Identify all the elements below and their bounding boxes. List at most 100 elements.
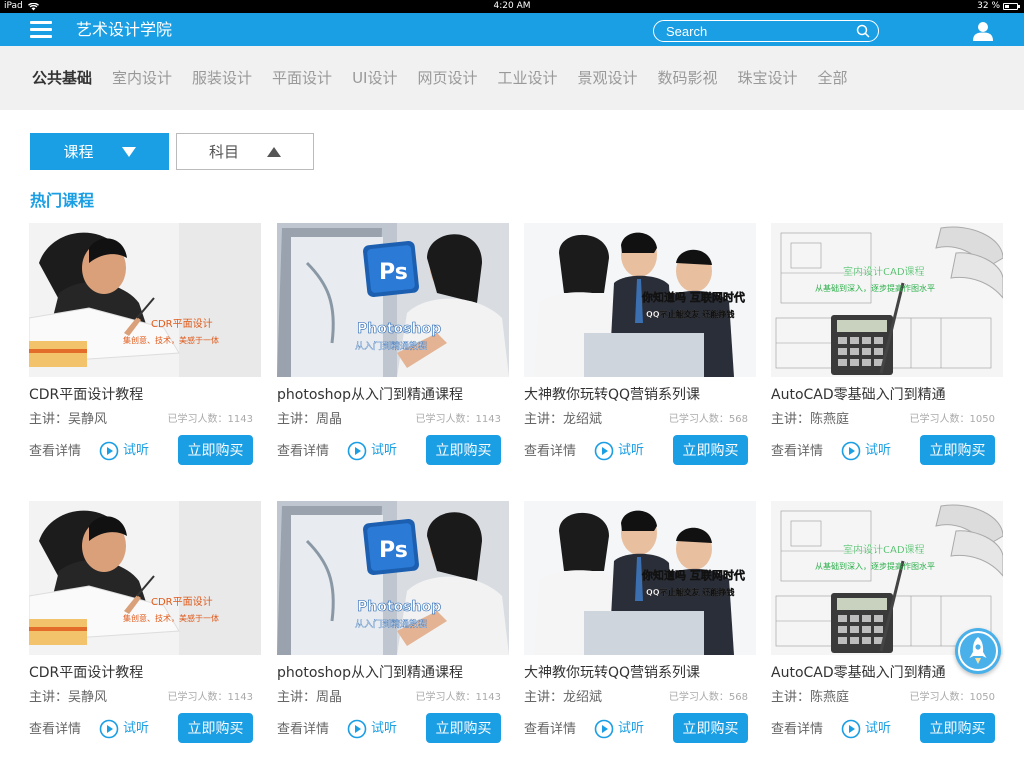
trial-label: 试听 <box>618 443 645 458</box>
app-title: 艺术设计学院 <box>76 20 173 39</box>
category-nav: 公共基础 室内设计 服装设计 平面设计 UI设计 网页设计 工业设计 景观设计 数码影视 珠宝设计… <box>0 46 1024 110</box>
view-details-link[interactable]: 查看详情 <box>524 443 576 461</box>
course-teacher: 主讲：周晶 <box>277 690 343 705</box>
course-learner-count: 已学习人数：1143 <box>415 414 501 425</box>
course-teacher: 主讲：吴静风 <box>29 412 108 427</box>
category-tab[interactable]: 数码影视 <box>658 68 718 88</box>
course-thumbnail[interactable]: 你知道吗 互联网时代 QQ不止能交友 还能挣钱 <box>524 223 756 377</box>
course-thumbnail[interactable]: CDR平面设计 集创意、技术，美感于一体 <box>29 501 261 655</box>
buy-now-button[interactable]: 立即购买 <box>673 435 748 465</box>
category-tab-active[interactable]: 公共基础 <box>32 68 92 88</box>
category-tab[interactable]: 室内设计 <box>112 68 172 88</box>
buy-now-button[interactable]: 立即购买 <box>920 713 995 743</box>
category-tab[interactable]: 全部 <box>818 68 848 88</box>
ps-subtitle-text: 从入门到精通教程 <box>355 618 427 630</box>
view-details-link[interactable]: 查看详情 <box>771 721 823 739</box>
course-thumbnail[interactable]: Ps Photoshop 从入门到精通教程 <box>277 501 509 655</box>
qq-thumb-subtitle: QQ不止能交友 还能挣钱 <box>646 587 734 597</box>
cdr-thumb-subtitle: 集创意、技术，美感于一体 <box>123 335 219 345</box>
ps-brand-text: Photoshop <box>357 321 441 337</box>
subject-filter-label: 科目 <box>208 143 239 161</box>
trial-link[interactable]: 试听 <box>841 441 891 461</box>
ps-badge-text: Ps <box>379 538 408 563</box>
play-icon <box>99 441 119 461</box>
category-tab[interactable]: UI设计 <box>352 68 397 88</box>
search-box[interactable] <box>653 20 879 42</box>
category-tab[interactable]: 服装设计 <box>192 68 252 88</box>
qq-thumb-title: 你知道吗 互联网时代 <box>641 290 745 304</box>
hamburger-menu-icon[interactable] <box>30 21 52 38</box>
trial-label: 试听 <box>123 721 150 736</box>
course-card[interactable]: 室内设计CAD课程 从基础到深入，逐步提高作图水平 AutoCAD零基础入门到精通主… <box>771 223 1003 465</box>
view-details-link[interactable]: 查看详情 <box>277 443 329 461</box>
course-teacher: 主讲：周晶 <box>277 412 343 427</box>
app-header: 艺术设计学院 <box>0 13 1024 46</box>
trial-link[interactable]: 试听 <box>347 441 397 461</box>
cdr-course-thumbnail: CDR平面设计集创意、技术，美感于一体 <box>29 223 261 377</box>
course-title[interactable]: photoshop从入门到精通课程 <box>277 386 463 404</box>
user-icon[interactable] <box>972 20 994 42</box>
category-tab[interactable]: 平面设计 <box>272 68 332 88</box>
course-teacher: 主讲：龙绍斌 <box>524 412 603 427</box>
qq-thumb-subtitle: QQ不止能交友 还能挣钱 <box>646 309 734 319</box>
category-tab[interactable]: 网页设计 <box>417 68 477 88</box>
course-thumbnail[interactable]: Ps Photoshop 从入门到精通教程 <box>277 223 509 377</box>
subject-filter-button[interactable]: 科目 <box>176 133 314 170</box>
trial-link[interactable]: 试听 <box>841 719 891 739</box>
trial-link[interactable]: 试听 <box>594 441 644 461</box>
course-title[interactable]: photoshop从入门到精通课程 <box>277 664 463 682</box>
triangle-down-icon <box>121 146 136 157</box>
trial-link[interactable]: 试听 <box>594 719 644 739</box>
trial-label: 试听 <box>865 443 892 458</box>
course-thumbnail[interactable]: 你知道吗 互联网时代 QQ不止能交友 还能挣钱 <box>524 501 756 655</box>
buy-now-button[interactable]: 立即购买 <box>178 713 253 743</box>
course-card[interactable]: 你知道吗 互联网时代 QQ不止能交友 还能挣钱大神教你玩转QQ营销系列课 主讲：龙绍… <box>524 223 756 465</box>
search-input[interactable] <box>666 22 846 40</box>
cad-thumb-subtitle: 从基础到深入，逐步提高作图水平 <box>815 561 935 571</box>
buy-now-button[interactable]: 立即购买 <box>426 435 501 465</box>
course-filter-button[interactable]: 课程 <box>30 133 169 170</box>
buy-now-button[interactable]: 立即购买 <box>426 713 501 743</box>
ps-subtitle-text: 从入门到精通教程 <box>355 340 427 352</box>
ps-badge-text: Ps <box>379 260 408 285</box>
view-details-link[interactable]: 查看详情 <box>771 443 823 461</box>
view-details-link[interactable]: 查看详情 <box>29 721 81 739</box>
category-tab[interactable]: 珠宝设计 <box>738 68 798 88</box>
category-tab[interactable]: 工业设计 <box>497 68 557 88</box>
course-card[interactable]: CDR平面设计 集创意、技术，美感于一体 CDR平面设计教程 主讲：吴静风 已学习人数：… <box>29 223 261 465</box>
course-thumbnail[interactable]: 室内设计CAD课程 从基础到深入，逐步提高作图水平 <box>771 223 1003 377</box>
course-card[interactable]: Ps Photoshop 从入门到精通教程 photoshop从入门到精通课程 主讲：周… <box>277 223 509 465</box>
course-teacher: 主讲：陈燕庭 <box>771 412 850 427</box>
course-thumbnail[interactable]: CDR平面设计 集创意、技术，美感于一体 <box>29 223 261 377</box>
course-card[interactable]: 你知道吗 互联网时代 QQ不止能交友 还能挣钱大神教你玩转QQ营销系列课 主讲：龙绍… <box>524 501 756 743</box>
cad-thumb-title: 室内设计CAD课程 <box>843 543 925 556</box>
course-title[interactable]: AutoCAD零基础入门到精通 <box>771 386 946 404</box>
trial-link[interactable]: 试听 <box>99 441 149 461</box>
search-icon[interactable] <box>856 24 870 38</box>
buy-now-button[interactable]: 立即购买 <box>178 435 253 465</box>
course-title[interactable]: CDR平面设计教程 <box>29 386 143 404</box>
triangle-up-icon <box>267 146 281 157</box>
buy-now-button[interactable]: 立即购买 <box>920 435 995 465</box>
view-details-link[interactable]: 查看详情 <box>524 721 576 739</box>
course-title[interactable]: AutoCAD零基础入门到精通 <box>771 664 946 682</box>
view-details-link[interactable]: 查看详情 <box>29 443 81 461</box>
trial-link[interactable]: 试听 <box>347 719 397 739</box>
cdr-thumb-title: CDR平面设计 <box>151 595 213 608</box>
course-title[interactable]: 大神教你玩转QQ营销系列课 <box>524 386 700 404</box>
buy-now-button[interactable]: 立即购买 <box>673 713 748 743</box>
category-tab[interactable]: 景观设计 <box>578 68 638 88</box>
view-details-link[interactable]: 查看详情 <box>277 721 329 739</box>
cdr-course-thumbnail: CDR平面设计集创意、技术，美感于一体 <box>29 501 261 655</box>
course-teacher: 主讲：龙绍斌 <box>524 690 603 705</box>
course-card[interactable]: Ps Photoshop 从入门到精通教程 photoshop从入门到精通课程 主讲：周… <box>277 501 509 743</box>
course-title[interactable]: CDR平面设计教程 <box>29 664 143 682</box>
course-title[interactable]: 大神教你玩转QQ营销系列课 <box>524 664 700 682</box>
course-learner-count: 已学习人数：1050 <box>909 414 995 425</box>
rocket-back-to-top-button[interactable] <box>955 628 1001 674</box>
course-card[interactable]: CDR平面设计 集创意、技术，美感于一体 CDR平面设计教程 主讲：吴静风 已学习人数：… <box>29 501 261 743</box>
rocket-icon <box>958 631 998 671</box>
play-icon <box>347 441 367 461</box>
trial-link[interactable]: 试听 <box>99 719 149 739</box>
ps-brand-text: Photoshop <box>357 599 441 615</box>
